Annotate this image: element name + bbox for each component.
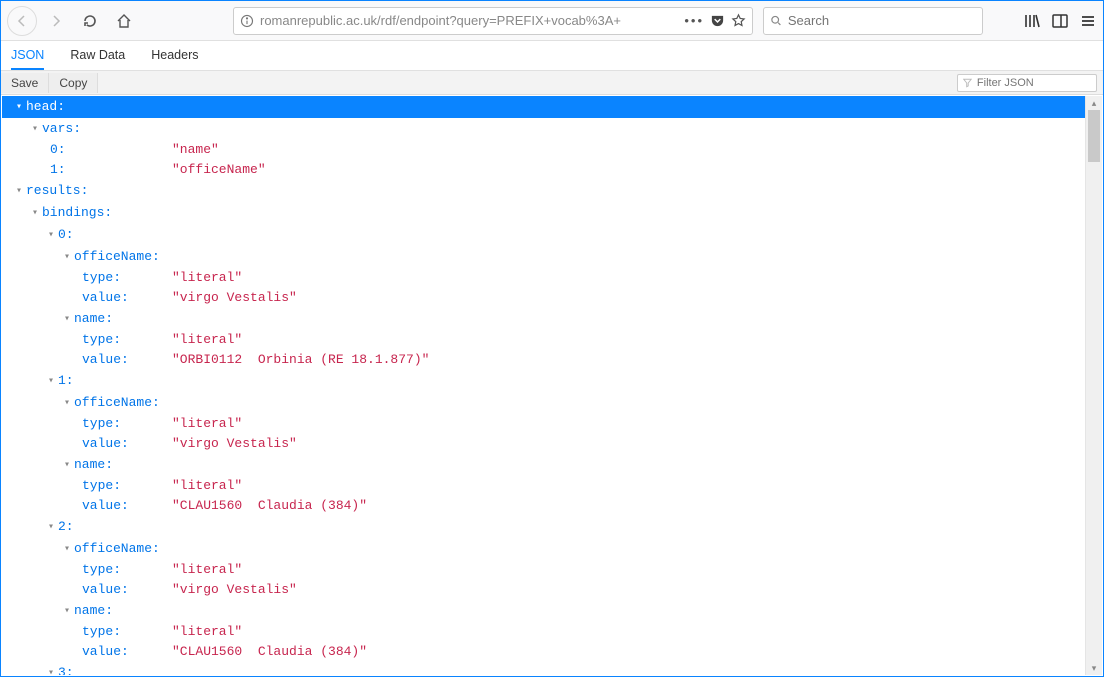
arrow-right-icon (48, 13, 64, 29)
json-key-vars[interactable]: vars: (2, 118, 1085, 140)
scrollbar-thumb[interactable] (1088, 110, 1100, 162)
json-key-bindings[interactable]: bindings: (2, 202, 1085, 224)
twisty-icon[interactable] (46, 516, 56, 538)
home-icon (116, 13, 132, 29)
twisty-icon[interactable] (30, 202, 40, 224)
twisty-icon[interactable] (30, 118, 40, 140)
json-string: "literal" (172, 414, 242, 434)
copy-button[interactable]: Copy (49, 73, 98, 93)
more-icon[interactable]: ••• (684, 13, 704, 28)
browser-toolbar: romanrepublic.ac.uk/rdf/endpoint?query=P… (1, 1, 1103, 41)
json-leaf[interactable]: value:"CLAU1560 Claudia (384)" (2, 642, 1085, 662)
json-key-officeName[interactable]: officeName: (2, 538, 1085, 560)
search-icon (770, 14, 782, 27)
json-leaf[interactable]: type:"literal" (2, 268, 1085, 288)
json-leaf[interactable]: 1:"officeName" (2, 160, 1085, 180)
bookmark-star-icon[interactable] (731, 13, 746, 28)
twisty-icon[interactable] (46, 370, 56, 392)
json-key-results[interactable]: results: (2, 180, 1085, 202)
tab-json[interactable]: JSON (11, 48, 44, 70)
json-action-bar: Save Copy (1, 71, 1103, 95)
json-key-index[interactable]: 2: (2, 516, 1085, 538)
json-string: "virgo Vestalis" (172, 434, 297, 454)
tab-headers[interactable]: Headers (151, 48, 198, 70)
save-button[interactable]: Save (1, 73, 49, 93)
json-leaf[interactable]: value:"virgo Vestalis" (2, 288, 1085, 308)
json-string: "literal" (172, 622, 242, 642)
json-string: "CLAU1560 Claudia (384)" (172, 496, 367, 516)
twisty-icon[interactable] (62, 308, 72, 330)
json-key-index[interactable]: 1: (2, 370, 1085, 392)
back-button[interactable] (7, 6, 37, 36)
json-leaf[interactable]: value:"virgo Vestalis" (2, 580, 1085, 600)
json-key-index[interactable]: 3: (2, 662, 1085, 675)
json-view-tabs: JSON Raw Data Headers (1, 41, 1103, 71)
twisty-icon[interactable] (46, 662, 56, 675)
json-leaf[interactable]: value:"virgo Vestalis" (2, 434, 1085, 454)
json-string: "CLAU1560 Claudia (384)" (172, 642, 367, 662)
json-string: "literal" (172, 476, 242, 496)
twisty-icon[interactable] (62, 246, 72, 268)
json-string: "literal" (172, 330, 242, 350)
scroll-down-icon[interactable]: ▾ (1086, 661, 1102, 675)
reload-button[interactable] (75, 6, 105, 36)
json-leaf[interactable]: type:"literal" (2, 330, 1085, 350)
reload-icon (82, 13, 98, 29)
sidebar-icon[interactable] (1051, 12, 1069, 30)
json-key-head[interactable]: head: (2, 96, 1085, 118)
json-string: "officeName" (172, 160, 266, 180)
json-leaf[interactable]: 0:"name" (2, 140, 1085, 160)
json-string: "name" (172, 140, 219, 160)
scroll-up-icon[interactable]: ▴ (1086, 96, 1102, 110)
library-icon[interactable] (1023, 12, 1041, 30)
home-button[interactable] (109, 6, 139, 36)
json-key-name[interactable]: name: (2, 454, 1085, 476)
search-input[interactable] (788, 13, 976, 28)
search-bar[interactable] (763, 7, 983, 35)
funnel-icon (963, 78, 972, 88)
twisty-icon[interactable] (62, 454, 72, 476)
url-bar[interactable]: romanrepublic.ac.uk/rdf/endpoint?query=P… (233, 7, 753, 35)
json-key-name[interactable]: name: (2, 308, 1085, 330)
json-string: "literal" (172, 268, 242, 288)
arrow-left-icon (14, 13, 30, 29)
filter-json-box[interactable] (957, 74, 1097, 92)
twisty-icon[interactable] (46, 224, 56, 246)
json-leaf[interactable]: value:"CLAU1560 Claudia (384)" (2, 496, 1085, 516)
json-key-officeName[interactable]: officeName: (2, 246, 1085, 268)
url-text: romanrepublic.ac.uk/rdf/endpoint?query=P… (260, 13, 678, 28)
twisty-icon[interactable] (62, 600, 72, 622)
json-leaf[interactable]: type:"literal" (2, 476, 1085, 496)
pocket-icon[interactable] (710, 13, 725, 28)
twisty-icon[interactable] (14, 96, 24, 118)
json-key-officeName[interactable]: officeName: (2, 392, 1085, 414)
json-leaf[interactable]: type:"literal" (2, 414, 1085, 434)
json-string: "ORBI0112 Orbinia (RE 18.1.877)" (172, 350, 429, 370)
twisty-icon[interactable] (62, 392, 72, 414)
json-leaf[interactable]: type:"literal" (2, 622, 1085, 642)
twisty-icon[interactable] (14, 180, 24, 202)
json-string: "virgo Vestalis" (172, 288, 297, 308)
menu-icon[interactable] (1079, 12, 1097, 30)
tab-raw-data[interactable]: Raw Data (70, 48, 125, 70)
json-key-index[interactable]: 0: (2, 224, 1085, 246)
forward-button[interactable] (41, 6, 71, 36)
json-key-name[interactable]: name: (2, 600, 1085, 622)
twisty-icon[interactable] (62, 538, 72, 560)
json-string: "literal" (172, 560, 242, 580)
json-leaf[interactable]: value:"ORBI0112 Orbinia (RE 18.1.877)" (2, 350, 1085, 370)
filter-json-input[interactable] (977, 77, 1091, 89)
json-string: "virgo Vestalis" (172, 580, 297, 600)
json-viewer[interactable]: head: vars: 0:"name" 1:"officeName" resu… (2, 96, 1085, 675)
json-leaf[interactable]: type:"literal" (2, 560, 1085, 580)
info-icon (240, 14, 254, 28)
vertical-scrollbar[interactable]: ▴ ▾ (1085, 96, 1102, 675)
